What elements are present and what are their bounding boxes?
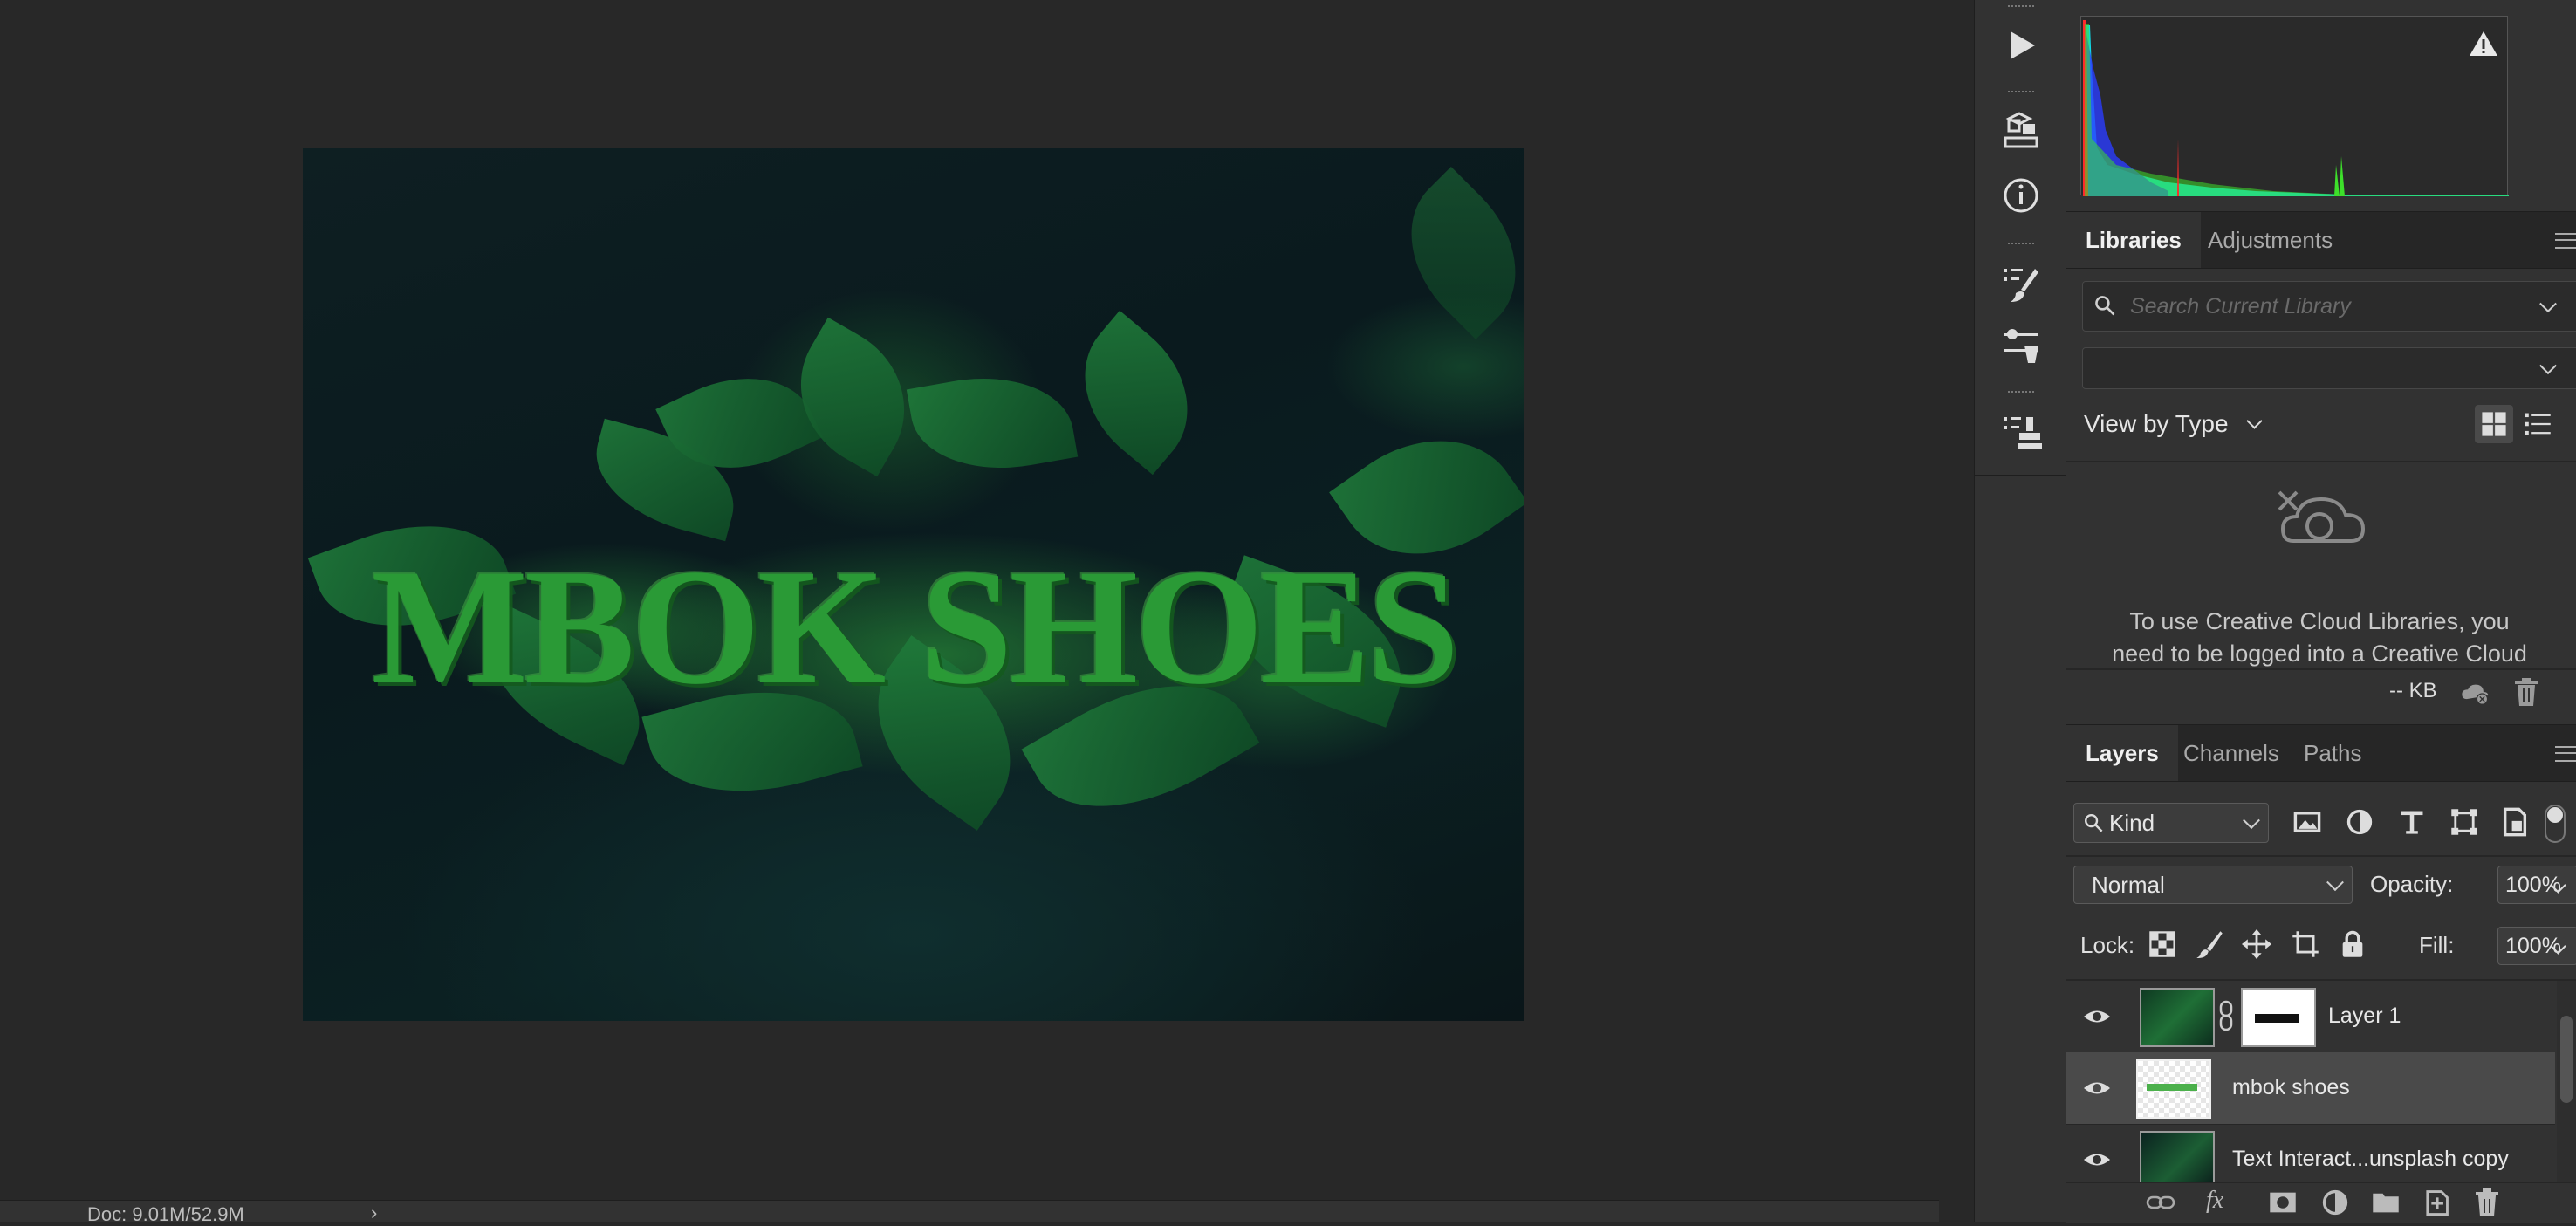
pixel-layer-filter-icon[interactable] <box>2290 805 2325 839</box>
grip-divider[interactable] <box>2008 391 2034 398</box>
list-view-icon[interactable] <box>2518 405 2557 443</box>
right-panels: Libraries Adjustments Search Current Lib… <box>2066 0 2576 1223</box>
chevron-down-icon[interactable] <box>2543 874 2573 895</box>
lock-artboard-icon[interactable] <box>2290 928 2321 960</box>
filter-kind-label: Kind <box>2109 810 2155 836</box>
chevron-down-icon <box>2243 812 2260 830</box>
grip-divider[interactable] <box>2008 91 2034 98</box>
grip-divider[interactable] <box>2008 5 2034 12</box>
layer-thumbnail[interactable] <box>2136 1059 2211 1119</box>
warning-triangle-icon[interactable] <box>2468 30 2499 58</box>
clone-stamp-icon[interactable] <box>1994 407 2048 459</box>
doc-size-readout[interactable]: Doc: 9.01M/52.9M <box>87 1203 244 1226</box>
lock-image-pixels-icon[interactable] <box>2194 928 2225 960</box>
add-layer-style-fx-icon[interactable]: fx <box>2206 1187 2223 1215</box>
chevron-down-icon <box>2326 873 2344 892</box>
creative-cloud-offline-icon <box>2276 487 2372 557</box>
new-layer-icon[interactable] <box>2419 1187 2454 1218</box>
layers-scrollbar[interactable] <box>2557 981 2576 1182</box>
layer-mask-thumbnail[interactable] <box>2241 988 2316 1047</box>
blend-mode-select[interactable]: Normal <box>2073 866 2353 904</box>
grid-view-icon[interactable] <box>2475 405 2513 443</box>
tab-layers[interactable]: Layers <box>2066 725 2178 781</box>
lock-transparent-pixels-icon[interactable] <box>2147 928 2178 960</box>
view-by-type-dropdown[interactable]: View by Type <box>2084 410 2263 438</box>
tab-channels[interactable]: Channels <box>2164 725 2299 781</box>
link-chain-icon[interactable] <box>2216 1000 2236 1031</box>
play-icon[interactable] <box>1994 19 2048 72</box>
lock-label: Lock: <box>2080 932 2135 958</box>
layer-name[interactable]: mbok shoes <box>2232 1075 2350 1100</box>
layer-name[interactable]: Text Interact...unsplash copy <box>2232 1147 2509 1172</box>
opacity-label: Opacity: <box>2370 871 2454 897</box>
smart-object-filter-icon[interactable] <box>2497 805 2532 839</box>
chevron-down-icon[interactable] <box>2543 935 2573 956</box>
tab-libraries[interactable]: Libraries <box>2066 212 2201 268</box>
artwork-text: MBOK SHOES <box>371 536 1460 719</box>
layer-name[interactable]: Layer 1 <box>2328 1003 2401 1029</box>
chevron-down-icon <box>2246 413 2263 429</box>
panel-icon-column <box>1974 0 2067 1222</box>
new-group-folder-icon[interactable] <box>2368 1187 2403 1218</box>
link-layers-icon[interactable] <box>2143 1187 2178 1218</box>
layer-row-layer-1[interactable]: Layer 1 <box>2066 981 2555 1053</box>
info-icon[interactable] <box>1994 169 2048 222</box>
eye-visibility-icon[interactable] <box>2082 1147 2112 1173</box>
blend-mode-value: Normal <box>2092 872 2165 898</box>
fill-label: Fill: <box>2419 932 2455 958</box>
chevron-down-icon[interactable] <box>2539 295 2557 313</box>
libraries-panel-menu-icon[interactable] <box>2555 233 2576 249</box>
histogram-graph <box>2083 20 2509 196</box>
tab-paths[interactable]: Paths <box>2285 725 2381 781</box>
libraries-tab-bar: Libraries Adjustments <box>2066 211 2576 269</box>
status-menu-arrow[interactable]: › <box>371 1202 377 1224</box>
status-bar <box>0 1200 1939 1222</box>
eye-visibility-icon[interactable] <box>2082 1075 2112 1101</box>
layers-panel-menu-icon[interactable] <box>2555 746 2576 762</box>
cloud-sync-icon[interactable] <box>2454 677 2497 710</box>
library-select[interactable] <box>2082 347 2576 389</box>
lock-position-icon[interactable] <box>2241 928 2272 960</box>
layer-thumbnail[interactable] <box>2140 988 2215 1047</box>
document-canvas-image[interactable]: MBOK SHOES <box>303 148 1524 1021</box>
3d-cube-icon[interactable] <box>1994 105 2048 157</box>
new-adjustment-layer-icon[interactable] <box>2318 1187 2353 1218</box>
histogram-panel <box>2080 16 2509 196</box>
layers-list[interactable]: Layer 1 mbok shoes Text Interact...unspl… <box>2066 981 2576 1182</box>
adjust-sliders-icon[interactable] <box>1994 319 2048 372</box>
layers-tab-bar: Layers Channels Paths <box>2066 724 2576 782</box>
library-search-input[interactable]: Search Current Library <box>2082 281 2576 332</box>
layer-row-text-interact-copy[interactable]: Text Interact...unsplash copy <box>2066 1124 2555 1182</box>
type-layer-filter-icon[interactable] <box>2394 805 2429 839</box>
adjustment-layer-filter-icon[interactable] <box>2342 805 2377 839</box>
libraries-login-message: To use Creative Cloud Libraries, you nee… <box>2112 608 2527 667</box>
library-search-placeholder: Search Current Library <box>2130 294 2351 318</box>
layer-filter-kind-select[interactable]: Kind <box>2073 803 2269 843</box>
layer-row-mbok-shoes[interactable]: mbok shoes <box>2066 1052 2555 1125</box>
search-icon <box>2095 296 2115 316</box>
eye-visibility-icon[interactable] <box>2082 1003 2112 1030</box>
brush-presets-icon[interactable] <box>1994 258 2048 311</box>
lock-all-icon[interactable] <box>2337 928 2368 960</box>
shape-layer-filter-icon[interactable] <box>2447 805 2482 839</box>
grip-divider[interactable] <box>2008 243 2034 250</box>
filter-toggle-switch[interactable] <box>2545 805 2566 843</box>
delete-layer-trash-icon[interactable] <box>2470 1187 2504 1218</box>
library-storage-size: -- KB <box>2389 679 2437 702</box>
layers-footer-bar: fx <box>2066 1182 2576 1223</box>
trash-icon[interactable] <box>2511 675 2541 709</box>
chevron-down-icon[interactable] <box>2539 357 2557 375</box>
tab-adjustments[interactable]: Adjustments <box>2189 212 2352 268</box>
add-mask-icon[interactable] <box>2265 1187 2300 1218</box>
layer-thumbnail[interactable] <box>2140 1131 2215 1182</box>
view-by-type-label: View by Type <box>2084 410 2229 437</box>
search-icon <box>2085 814 2103 832</box>
